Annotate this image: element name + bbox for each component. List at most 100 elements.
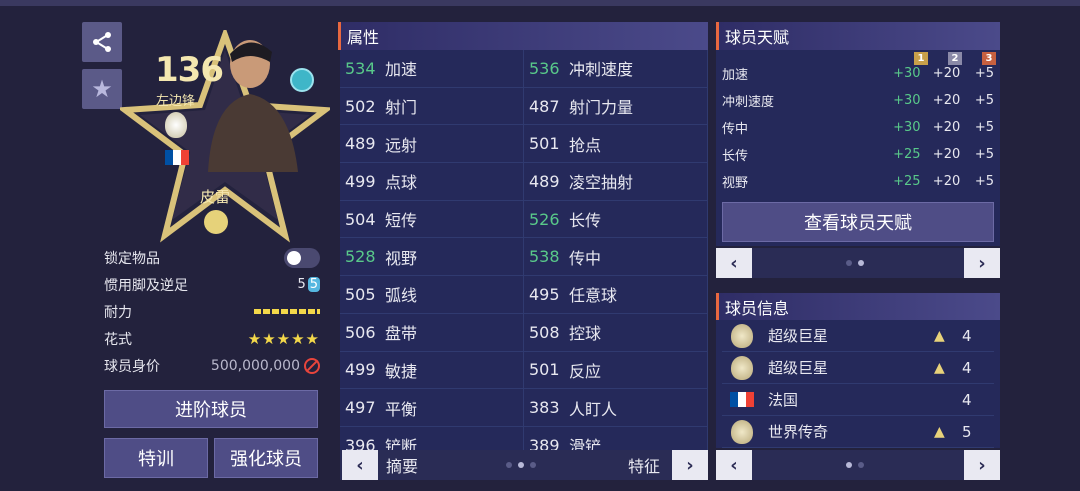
info-count: 4 <box>962 358 972 377</box>
attribute-value: 505 <box>345 284 376 304</box>
talent-row: 传中 +30 +20 +5 <box>722 114 994 141</box>
badge-icon <box>731 419 753 444</box>
detail-label: 惯用脚及逆足 <box>104 277 188 294</box>
attribute-value: 396 <box>345 435 376 450</box>
attribute-cell: 489 远射 <box>340 125 524 163</box>
attribute-value: 501 <box>529 134 560 154</box>
tier-1-bonus: +25 <box>893 174 921 189</box>
talent-header: 球员天赋 <box>716 22 1000 50</box>
tier-2-bonus: +20 <box>932 147 961 162</box>
info-row[interactable]: 世界传奇 ▲ 5 <box>722 416 994 448</box>
attribute-cell: 536 冲刺速度 <box>524 50 708 87</box>
talent-row: 加速 +30 +20 +5 <box>722 60 994 87</box>
info-count: 4 <box>962 326 972 345</box>
attribute-label: 射门力量 <box>569 98 634 118</box>
attribute-row: 506 盘带 508 控球 <box>340 313 708 352</box>
info-row[interactable]: 法国 4 <box>722 384 994 416</box>
info-title: 球员信息 <box>725 299 790 318</box>
attribute-cell: 497 平衡 <box>340 389 524 426</box>
attribute-cell: 501 抢点 <box>524 125 708 163</box>
detail-label: 球员身价 <box>104 358 160 375</box>
attribute-label: 长传 <box>569 211 602 231</box>
enhance-player-button[interactable]: 强化球员 <box>214 438 318 478</box>
attribute-label: 人盯人 <box>569 399 618 419</box>
info-count: 5 <box>962 422 972 441</box>
attribute-cell: 505 弧线 <box>340 276 524 313</box>
attribute-label: 控球 <box>569 324 602 344</box>
attribute-value: 489 <box>345 134 376 154</box>
foot-row: 惯用脚及逆足 5 5 <box>104 271 320 298</box>
advance-player-button[interactable]: 进阶球员 <box>104 390 318 428</box>
attribute-label: 凌空抽射 <box>569 173 634 193</box>
attribute-cell: 506 盘带 <box>340 313 524 351</box>
attribute-value: 497 <box>345 398 376 418</box>
attribute-cell: 534 加速 <box>340 50 524 87</box>
tier-2-bonus: +20 <box>932 66 961 81</box>
talent-panel: 1 2 3 加速 +30 +20 +5 冲刺速度 +30 +20 +5 传中 +30 +20 +5 长传… <box>716 50 1000 246</box>
attribute-label: 传中 <box>569 248 602 268</box>
share-button[interactable] <box>82 22 122 62</box>
attribute-value: 534 <box>345 58 376 78</box>
tier-1-bonus: +30 <box>893 93 921 108</box>
tier-3-bonus: +5 <box>974 147 994 162</box>
attribute-label: 反应 <box>569 361 602 381</box>
info-label: 超级巨星 <box>768 359 829 377</box>
attributes-next-button[interactable]: › <box>672 450 708 480</box>
legend-badge-icon <box>204 210 228 234</box>
stamina-bar <box>254 309 320 314</box>
attribute-label: 铲断 <box>385 437 418 450</box>
lock-toggle[interactable] <box>284 247 320 268</box>
info-panel: 超级巨星 ▲ 4 超级巨星 ▲ 4 法国 4 世界传奇 ▲ 5 <box>716 320 1000 448</box>
attribute-value: 536 <box>529 58 560 78</box>
attributes-header: 属性 <box>338 22 708 50</box>
view-talent-button[interactable]: 查看球员天赋 <box>722 202 994 242</box>
traits-tab[interactable]: 特征 <box>628 453 660 477</box>
star-icon: ★ <box>91 75 113 103</box>
info-row[interactable]: 超级巨星 ▲ 4 <box>722 320 994 352</box>
badge-icon <box>731 323 753 348</box>
attribute-value: 538 <box>529 247 560 267</box>
attribute-value: 501 <box>529 360 560 380</box>
france-flag-icon <box>165 150 189 165</box>
special-training-button[interactable]: 特训 <box>104 438 208 478</box>
attribute-cell: 502 射门 <box>340 87 524 125</box>
attribute-cell: 495 任意球 <box>524 276 708 313</box>
attributes-prev-button[interactable]: ‹ <box>342 450 378 480</box>
attribute-cell: 538 传中 <box>524 238 708 276</box>
attribute-value: 506 <box>345 322 376 342</box>
player-rating: 136 <box>155 50 224 90</box>
talent-row: 视野 +25 +20 +5 <box>722 168 994 195</box>
attribute-cell: 528 视野 <box>340 238 524 276</box>
info-row[interactable]: 超级巨星 ▲ 4 <box>722 352 994 384</box>
player-name: 皮雷 <box>200 188 231 206</box>
attribute-label: 点球 <box>385 173 418 193</box>
attribute-cell: 508 控球 <box>524 313 708 351</box>
talent-next-button[interactable]: › <box>964 248 1000 278</box>
attributes-page-dots <box>506 462 536 468</box>
info-prev-button[interactable]: ‹ <box>716 450 752 480</box>
tier-3-bonus: +5 <box>974 174 994 189</box>
attribute-row: 497 平衡 383 人盯人 <box>340 389 708 427</box>
attribute-cell: 487 射门力量 <box>524 87 708 125</box>
player-card[interactable]: ★ 136 左边锋 皮雷 <box>80 20 330 243</box>
attribute-label: 视野 <box>385 248 418 268</box>
attribute-value: 495 <box>529 284 560 304</box>
talent-nav: ‹ › <box>716 248 1000 278</box>
talent-attribute: 传中 <box>722 122 749 137</box>
attribute-value: 487 <box>529 96 560 116</box>
talent-prev-button[interactable]: ‹ <box>716 248 752 278</box>
france-flag-icon <box>730 392 754 407</box>
player-value: 500,000,000 <box>210 357 300 374</box>
attribute-row: 528 视野 538 传中 <box>340 238 708 277</box>
talent-attribute: 视野 <box>722 176 749 191</box>
stamina-row: 耐力 <box>104 298 320 325</box>
summary-tab[interactable]: 摘要 <box>386 453 418 477</box>
attribute-value: 489 <box>529 171 560 191</box>
talent-attribute: 长传 <box>722 149 749 164</box>
share-icon <box>93 32 111 52</box>
attribute-value: 499 <box>345 360 376 380</box>
favorite-button[interactable]: ★ <box>82 69 122 109</box>
info-next-button[interactable]: › <box>964 450 1000 480</box>
detail-label: 锁定物品 <box>104 250 160 267</box>
attribute-label: 滑铲 <box>569 437 602 450</box>
